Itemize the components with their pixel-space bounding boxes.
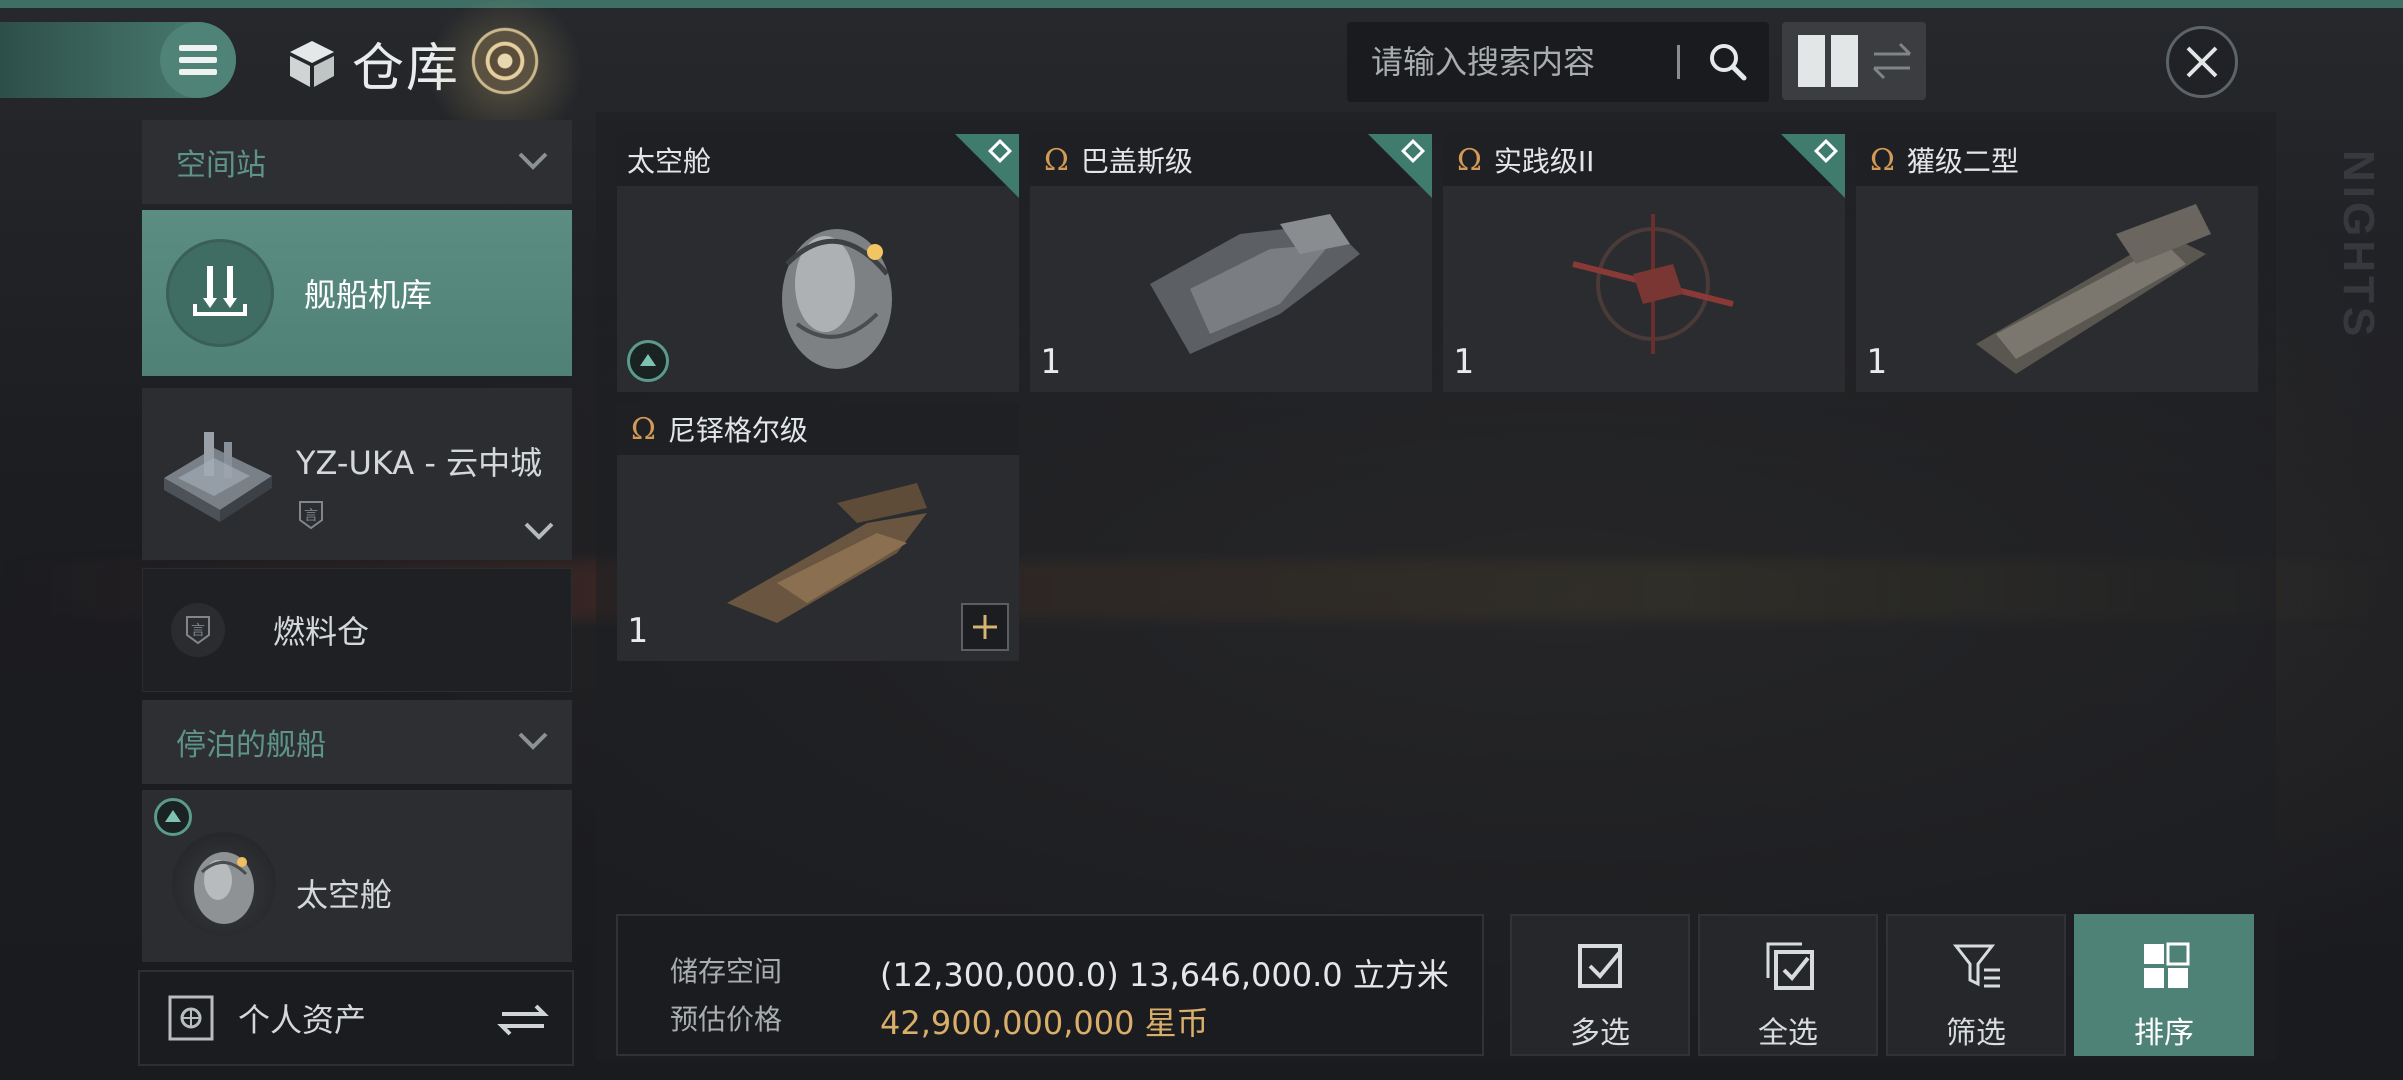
item-card-niduogeer[interactable]: Ω 尼铎格尔级 1 (617, 403, 1019, 661)
item-card-shijian[interactable]: Ω 实践级II 1 (1443, 134, 1845, 392)
sidebar-item-docked-ship[interactable]: 太空舱 (142, 790, 572, 962)
sort-label: 排序 (2134, 1016, 2194, 1051)
add-button[interactable] (961, 603, 1009, 651)
active-ship-badge-icon (627, 340, 669, 382)
fuel-bay-icon: 言 (171, 603, 225, 657)
card-header: Ω 獾级二型 (1856, 134, 2258, 186)
select-all-label: 全选 (1758, 1016, 1818, 1051)
menu-button[interactable] (160, 22, 236, 98)
chevron-down-icon (518, 152, 548, 170)
filter-icon (1952, 944, 2000, 988)
storage-row: 储存空间 (12,300,000.0) 13,646,000.0 立方米 (670, 950, 1449, 996)
item-quantity: 1 (1453, 342, 1474, 382)
corporation-badge-icon: 言 (299, 501, 323, 530)
capsule-thumbnail (172, 832, 276, 936)
multi-select-label: 多选 (1570, 1016, 1630, 1051)
grid-view-icon[interactable] (1796, 33, 1860, 89)
item-name: 太空舱 (627, 145, 712, 178)
faction-icon: Ω (631, 411, 656, 447)
sort-grid-icon (2144, 942, 2190, 988)
faction-icon: Ω (1044, 142, 1069, 178)
close-button[interactable] (2166, 26, 2238, 98)
layout-toggle (1782, 22, 1926, 100)
search-cursor (1677, 45, 1680, 79)
personal-assets-label: 个人资产 (238, 1001, 367, 1039)
section-docked-label: 停泊的舰船 (176, 728, 326, 763)
ship-image (1150, 214, 1360, 354)
select-all-icon (1766, 942, 1814, 990)
sidebar-item-station[interactable]: YZ-UKA - 云中城 言 (142, 388, 572, 560)
multi-select-button[interactable]: 多选 (1510, 914, 1690, 1056)
station-image (164, 432, 272, 522)
filter-button[interactable]: 筛选 (1886, 914, 2066, 1056)
search-input[interactable] (1369, 42, 1673, 82)
station-name: YZ-UKA - 云中城 (296, 444, 543, 482)
item-name: 巴盖斯级 (1080, 145, 1193, 178)
price-label: 预估价格 (670, 1003, 783, 1036)
faction-icon: Ω (1870, 142, 1895, 178)
item-card-bagaisi[interactable]: Ω 巴盖斯级 1 (1030, 134, 1432, 392)
menu-icon (179, 45, 217, 75)
section-station-label: 空间站 (176, 148, 266, 183)
item-name: 尼铎格尔级 (667, 414, 808, 447)
cube-icon (290, 41, 334, 87)
storage-label: 储存空间 (670, 955, 783, 988)
ship-image (727, 483, 927, 623)
sidebar-item-ship-hangar[interactable]: 舰船机库 (142, 210, 572, 376)
search-box (1347, 22, 1769, 102)
section-station-header[interactable]: 空间站 (142, 120, 572, 204)
item-card-huanji[interactable]: Ω 獾级二型 1 (1856, 134, 2258, 392)
close-icon (2186, 46, 2218, 78)
docked-ship-label: 太空舱 (296, 876, 393, 914)
item-name: 獾级二型 (1906, 145, 2019, 178)
safe-icon (168, 995, 214, 1041)
ship-image (1976, 204, 2211, 374)
hangar-label: 舰船机库 (304, 276, 433, 314)
sidebar: 空间站 舰船机库 YZ-UKA - 云中城 言 言 燃料仓 停泊的舰船 太空舱 … (138, 114, 578, 1072)
svg-text:言: 言 (304, 508, 318, 524)
price-value: 42,900,000,000 星币 (880, 1004, 1209, 1042)
checkbox-icon (1578, 944, 1622, 988)
hangar-icon (166, 239, 274, 347)
storage-value: (12,300,000.0) 13,646,000.0 立方米 (880, 956, 1449, 994)
select-all-button[interactable]: 全选 (1698, 914, 1878, 1056)
chevron-down-icon (524, 522, 554, 540)
item-card-capsule[interactable]: 太空舱 (617, 134, 1019, 392)
swap-icon[interactable] (496, 1000, 550, 1038)
section-docked-header[interactable]: 停泊的舰船 (142, 700, 572, 784)
capsule-ship-image (782, 229, 892, 369)
item-quantity: 1 (1040, 342, 1061, 382)
plus-icon (973, 615, 997, 639)
sidebar-item-fuel-bay[interactable]: 言 燃料仓 (142, 568, 572, 692)
storage-info: 储存空间 (12,300,000.0) 13,646,000.0 立方米 预估价… (616, 914, 1484, 1056)
sort-button[interactable]: 排序 (2074, 914, 2254, 1056)
swap-icon[interactable] (1870, 36, 1914, 86)
faction-icon: Ω (1457, 142, 1482, 178)
item-quantity: 1 (627, 611, 648, 651)
card-header: Ω 尼铎格尔级 (617, 403, 1019, 455)
corner-tag-icon (1368, 134, 1432, 198)
svg-text:言: 言 (191, 623, 205, 639)
ship-image (1572, 214, 1734, 354)
top-accent-bar (0, 0, 2403, 8)
corner-tag-icon (955, 134, 1019, 198)
item-name: 实践级II (1493, 145, 1595, 178)
filter-label: 筛选 (1946, 1016, 2006, 1051)
price-row: 预估价格 42,900,000,000 星币 (670, 998, 1209, 1044)
background-decor: NIGHTS (2334, 150, 2383, 341)
search-icon[interactable] (1704, 38, 1752, 86)
personal-assets-button[interactable]: 个人资产 (138, 970, 574, 1066)
target-icon[interactable] (470, 26, 540, 96)
item-quantity: 1 (1866, 342, 1887, 382)
corner-tag-icon (1781, 134, 1845, 198)
fuel-bay-label: 燃料仓 (273, 613, 370, 651)
chevron-down-icon (518, 732, 548, 750)
active-ship-badge-icon (154, 798, 192, 836)
